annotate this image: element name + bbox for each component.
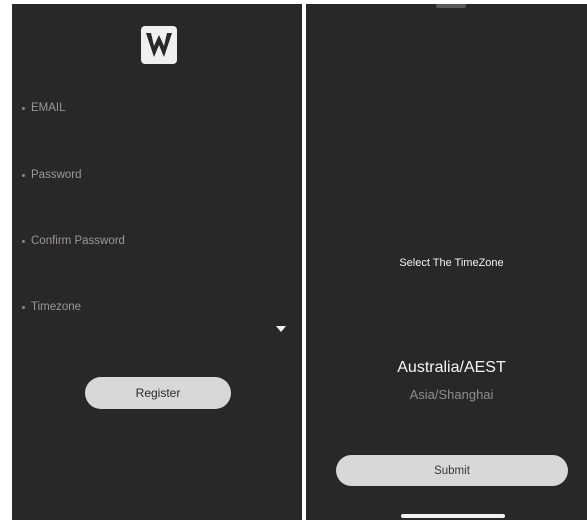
timezone-label: Timezone — [31, 301, 82, 313]
bullet-icon — [22, 239, 25, 243]
password-field[interactable]: Password — [22, 164, 282, 186]
register-screen: EMAIL Password Confirm Password Timezone… — [12, 4, 302, 520]
timezone-title: Select The TimeZone — [399, 257, 504, 269]
email-field[interactable]: EMAIL — [22, 97, 282, 119]
timezone-option-selected[interactable]: Australia/AEST — [306, 359, 587, 377]
submit-button[interactable]: Submit — [336, 455, 568, 486]
register-button[interactable]: Register — [85, 377, 231, 409]
vw-logo-icon — [141, 26, 177, 64]
confirm-password-label: Confirm Password — [31, 235, 125, 247]
bullet-icon — [22, 106, 25, 110]
home-indicator — [401, 514, 505, 518]
email-label: EMAIL — [31, 102, 66, 114]
confirm-password-field[interactable]: Confirm Password — [22, 230, 282, 252]
bullet-icon — [22, 173, 25, 177]
caret-down-icon[interactable] — [276, 326, 286, 332]
timezone-field[interactable]: Timezone — [22, 296, 282, 318]
password-label: Password — [31, 169, 82, 181]
bullet-icon — [22, 305, 25, 309]
timezone-screen: Select The TimeZone Australia/AEST Asia/… — [306, 4, 587, 520]
top-handle — [436, 4, 466, 8]
timezone-option[interactable]: Asia/Shanghai — [306, 387, 587, 402]
